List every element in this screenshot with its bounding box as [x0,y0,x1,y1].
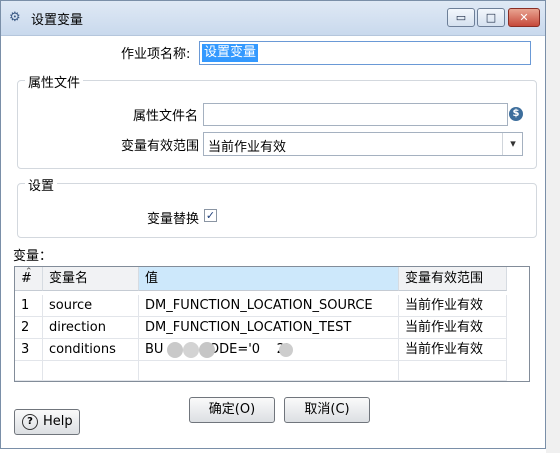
redaction-blob [167,342,183,358]
dollar-variable-icon[interactable]: $ [509,107,523,121]
job-name-input[interactable]: 设置变量 [199,41,531,65]
chevron-down-icon[interactable]: ▾ [502,133,523,155]
variable-name-cell[interactable]: conditions [43,339,139,361]
row-number: 1 [15,295,43,317]
maximize-button[interactable]: □ [477,8,505,27]
variable-scope-cell[interactable]: 当前作业有效 [399,295,507,317]
column-header-scope[interactable]: 变量有效范围 [399,267,507,291]
sort-icon: ⌃ [25,267,33,277]
table-row[interactable]: 1 source DM_FUNCTION_LOCATION_SOURCE 当前作… [15,295,529,317]
column-header-scope-label: 变量有效范围 [405,271,484,286]
minimize-button[interactable]: ▭ [447,8,475,27]
maximize-icon: □ [485,11,497,24]
help-button[interactable]: ? Help [14,409,80,435]
background-edge [546,0,560,453]
help-label: Help [43,414,73,429]
column-header-value[interactable]: 值 [139,267,399,291]
column-header-name-label: 变量名 [49,271,89,286]
variable-value-cell[interactable]: DM_FUNCTION_LOCATION_TEST [139,317,399,339]
column-header-name[interactable]: 变量名 [43,267,139,291]
row-number: 3 [15,339,43,361]
table-header: ⌃ # 变量名 值 变量有效范围 [15,267,529,291]
close-icon: ✕ [519,11,529,24]
variables-table[interactable]: ⌃ # 变量名 值 变量有效范围 1 source DM_FUNCTION_LO… [14,266,530,382]
settings-group-title: 设置 [25,175,58,194]
ok-button[interactable]: 确定(O) [189,397,275,423]
redaction-blob [279,343,293,357]
table-row[interactable]: 2 direction DM_FUNCTION_LOCATION_TEST 当前… [15,317,529,339]
variable-name-cell[interactable]: direction [43,317,139,339]
window-title: 设置变量 [31,13,84,28]
variable-icon: ⚙ [9,10,21,25]
settings-group [17,183,537,238]
properties-group-title: 属性文件 [25,72,84,91]
table-row-empty[interactable] [15,361,529,381]
title-bar: ⚙ 设置变量 ▭ □ ✕ [1,1,545,36]
table-row[interactable]: 3 conditions BU ODE='0 2' 当前作业有效 [15,339,529,361]
row-number: 2 [15,317,43,339]
scope-value: 当前作业有效 [208,140,287,155]
cancel-button[interactable]: 取消(C) [284,397,370,423]
help-icon: ? [22,414,38,430]
minimize-icon: ▭ [455,11,467,24]
variable-value-cell[interactable] [139,361,399,381]
variable-scope-cell[interactable]: 当前作业有效 [399,317,507,339]
variable-replace-checkbox[interactable]: ✓ [204,209,217,222]
redaction-blob [183,342,199,358]
variable-value-cell[interactable]: DM_FUNCTION_LOCATION_SOURCE [139,295,399,317]
variable-value-cell[interactable]: BU ODE='0 2' [139,339,399,361]
scope-label: 变量有效范围 [121,139,200,154]
variable-scope-cell[interactable] [399,361,507,381]
job-name-label: 作业项名称: [121,47,191,62]
close-button[interactable]: ✕ [508,8,540,27]
variable-replace-label: 变量替换 [147,212,200,227]
variable-name-cell[interactable] [43,361,139,381]
row-number [15,361,43,381]
column-header-value-label: 值 [145,271,159,286]
job-name-value: 设置变量 [202,44,259,62]
variable-scope-cell[interactable]: 当前作业有效 [399,339,507,361]
check-icon: ✓ [205,209,216,222]
scope-select[interactable]: 当前作业有效 ▾ [203,132,523,156]
properties-file-label: 属性文件名 [133,109,199,124]
column-header-number[interactable]: ⌃ # [15,267,43,291]
properties-file-input[interactable] [203,103,508,126]
redaction-blob [199,342,215,358]
dialog-window: ⚙ 设置变量 ▭ □ ✕ 作业项名称: 设置变量 属性文件 属性文件名 $ 变量… [0,0,546,449]
variable-name-cell[interactable]: source [43,295,139,317]
